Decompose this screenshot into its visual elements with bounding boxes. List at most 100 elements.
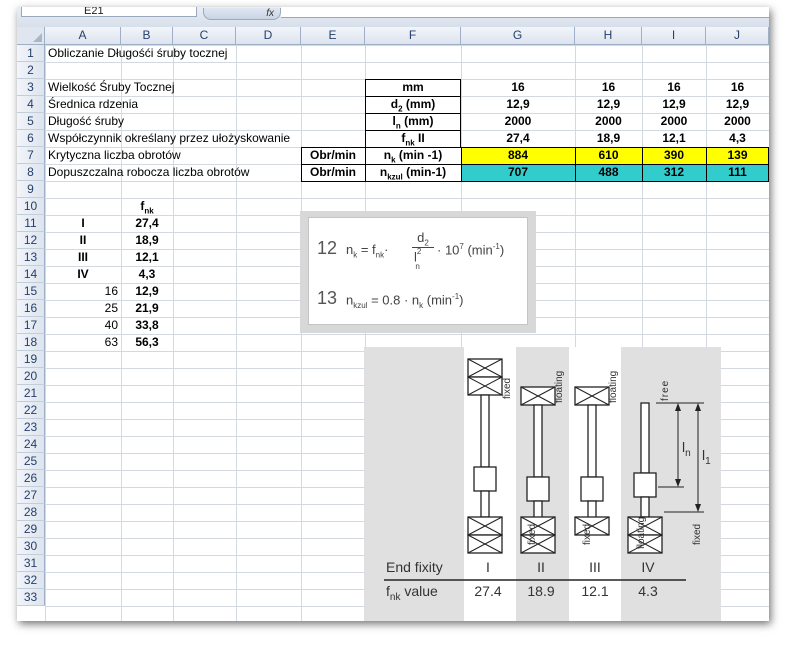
value-i-row-3[interactable]: 16 [642, 79, 706, 96]
row-header-3[interactable]: 3 [17, 79, 45, 96]
row-header-21[interactable]: 21 [17, 385, 45, 402]
row-header-12[interactable]: 12 [17, 232, 45, 249]
fixity-value-1[interactable]: 27,4 [121, 215, 173, 232]
value-j-row-3[interactable]: 16 [706, 79, 769, 96]
value-j-row-7[interactable]: 139 [706, 147, 769, 164]
label-screw-size[interactable]: Wielkość Śruby Tocznej [48, 79, 175, 96]
value-i-row-7[interactable]: 390 [642, 147, 706, 164]
row-header-9[interactable]: 9 [17, 181, 45, 198]
fnk-table-header[interactable]: fnk [121, 198, 173, 215]
value-g-row-4[interactable]: 12,9 [461, 96, 575, 113]
row-header-10[interactable]: 10 [17, 198, 45, 215]
param-nkzul[interactable]: nkzul (min-1) [365, 164, 461, 181]
fixity-value-3[interactable]: 12,1 [121, 249, 173, 266]
fixity-roman-4[interactable]: IV [45, 266, 121, 283]
column-header-j[interactable]: J [706, 27, 769, 45]
column-header-i[interactable]: I [642, 27, 706, 45]
row-header-25[interactable]: 25 [17, 453, 45, 470]
row-header-30[interactable]: 30 [17, 538, 45, 555]
label-screw-length[interactable]: Długość śruby [48, 113, 124, 130]
value-j-row-8[interactable]: 111 [706, 164, 769, 181]
value-j-row-6[interactable]: 4,3 [706, 130, 769, 147]
value-g-row-6[interactable]: 27,4 [461, 130, 575, 147]
row-header-16[interactable]: 16 [17, 300, 45, 317]
diameter-4[interactable]: 63 [45, 334, 121, 351]
label-working-speed[interactable]: Dopuszczalna robocza liczba obrotów [48, 164, 249, 181]
value-j-row-5[interactable]: 2000 [706, 113, 769, 130]
row-header-8[interactable]: 8 [17, 164, 45, 181]
column-header-b[interactable]: B [121, 27, 173, 45]
value-h-row-5[interactable]: 2000 [575, 113, 642, 130]
fixity-roman-2[interactable]: II [45, 232, 121, 249]
diameter-value-4[interactable]: 56,3 [121, 334, 173, 351]
value-i-row-8[interactable]: 312 [642, 164, 706, 181]
row-header-5[interactable]: 5 [17, 113, 45, 130]
diameter-value-2[interactable]: 21,9 [121, 300, 173, 317]
diameter-2[interactable]: 25 [45, 300, 121, 317]
column-header-a[interactable]: A [45, 27, 121, 45]
fixity-roman-1[interactable]: I [45, 215, 121, 232]
label-core-diameter[interactable]: Średnica rdzenia [48, 96, 138, 113]
row-header-24[interactable]: 24 [17, 436, 45, 453]
diameter-1[interactable]: 16 [45, 283, 121, 300]
diameter-3[interactable]: 40 [45, 317, 121, 334]
row-header-23[interactable]: 23 [17, 419, 45, 436]
row-header-17[interactable]: 17 [17, 317, 45, 334]
fixity-value-2[interactable]: 18,9 [121, 232, 173, 249]
select-all-button[interactable] [17, 27, 45, 45]
row-header-26[interactable]: 26 [17, 470, 45, 487]
fixity-value-4[interactable]: 4,3 [121, 266, 173, 283]
diameter-value-1[interactable]: 12,9 [121, 283, 173, 300]
row-header-1[interactable]: 1 [17, 45, 45, 62]
column-header-f[interactable]: F [365, 27, 461, 45]
sheet-title-cell[interactable]: Obliczanie Długośći śruby tocznej [48, 45, 227, 62]
fixity-roman-3[interactable]: III [45, 249, 121, 266]
row-header-29[interactable]: 29 [17, 521, 45, 538]
name-box[interactable]: E21 [21, 7, 197, 17]
param-mm[interactable]: mm [365, 79, 461, 96]
value-h-row-6[interactable]: 18,9 [575, 130, 642, 147]
unit-critical-speed[interactable]: Obr/min [301, 147, 365, 164]
row-header-14[interactable]: 14 [17, 266, 45, 283]
row-header-20[interactable]: 20 [17, 368, 45, 385]
row-header-11[interactable]: 11 [17, 215, 45, 232]
row-header-27[interactable]: 27 [17, 487, 45, 504]
param-fnk[interactable]: fnk II [365, 130, 461, 147]
column-header-g[interactable]: G [461, 27, 575, 45]
value-g-row-5[interactable]: 2000 [461, 113, 575, 130]
insert-function-button[interactable]: fx [203, 8, 281, 20]
column-header-d[interactable]: D [236, 27, 301, 45]
diameter-value-3[interactable]: 33,8 [121, 317, 173, 334]
param-ln[interactable]: ln (mm) [365, 113, 461, 130]
value-g-row-3[interactable]: 16 [461, 79, 575, 96]
row-header-6[interactable]: 6 [17, 130, 45, 147]
value-h-row-7[interactable]: 610 [575, 147, 642, 164]
value-i-row-4[interactable]: 12,9 [642, 96, 706, 113]
row-header-33[interactable]: 33 [17, 589, 45, 606]
value-h-row-4[interactable]: 12,9 [575, 96, 642, 113]
value-i-row-5[interactable]: 2000 [642, 113, 706, 130]
row-header-2[interactable]: 2 [17, 62, 45, 79]
row-header-31[interactable]: 31 [17, 555, 45, 572]
row-header-19[interactable]: 19 [17, 351, 45, 368]
row-header-7[interactable]: 7 [17, 147, 45, 164]
label-bearing-factor[interactable]: Współczynnik określany przez ułożyskowan… [48, 130, 290, 147]
param-d2[interactable]: d2 (mm) [365, 96, 461, 113]
label-critical-speed[interactable]: Krytyczna liczba obrotów [48, 147, 181, 164]
value-j-row-4[interactable]: 12,9 [706, 96, 769, 113]
value-h-row-8[interactable]: 488 [575, 164, 642, 181]
row-header-4[interactable]: 4 [17, 96, 45, 113]
row-header-15[interactable]: 15 [17, 283, 45, 300]
value-i-row-6[interactable]: 12,1 [642, 130, 706, 147]
row-header-13[interactable]: 13 [17, 249, 45, 266]
unit-working-speed[interactable]: Obr/min [301, 164, 365, 181]
row-header-18[interactable]: 18 [17, 334, 45, 351]
row-header-32[interactable]: 32 [17, 572, 45, 589]
value-h-row-3[interactable]: 16 [575, 79, 642, 96]
column-header-c[interactable]: C [173, 27, 236, 45]
param-nk[interactable]: nk (min -1) [365, 147, 461, 164]
value-g-row-8[interactable]: 707 [461, 164, 575, 181]
column-header-e[interactable]: E [301, 27, 365, 45]
column-header-h[interactable]: H [575, 27, 642, 45]
value-g-row-7[interactable]: 884 [461, 147, 575, 164]
